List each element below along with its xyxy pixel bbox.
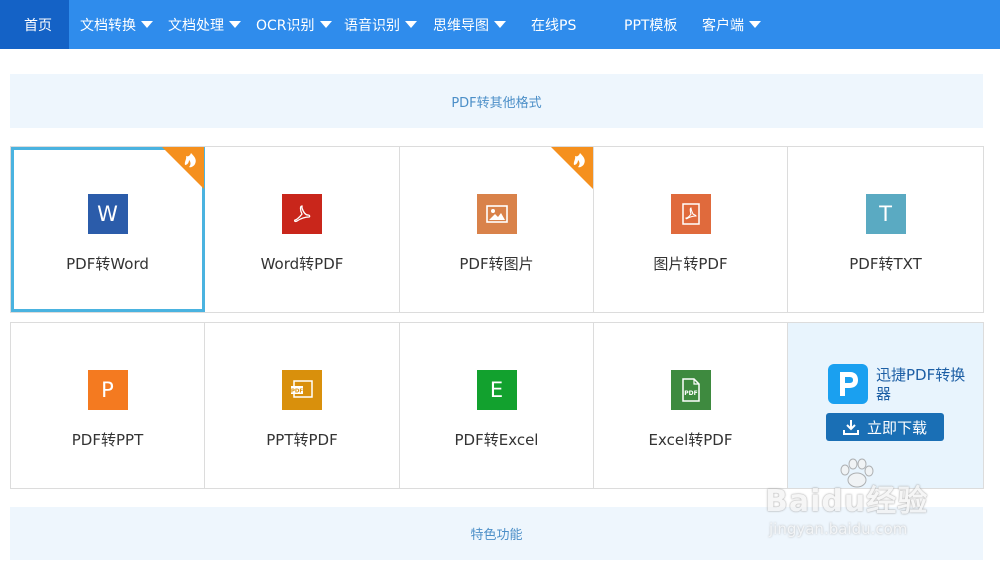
nav-item-home[interactable]: 首页: [0, 0, 69, 49]
tool-word-to-pdf[interactable]: Word转PDF: [205, 147, 400, 312]
chevron-down-icon: [405, 21, 417, 28]
promo-xunjie-converter: 迅捷PDF转换器 立即下载: [788, 323, 983, 488]
nav-item-label: OCR识别: [256, 17, 315, 34]
pdf-acrobat-icon: [282, 194, 322, 234]
tool-pdf-to-image[interactable]: PDF转图片: [400, 147, 594, 312]
nav-item-speech[interactable]: 语音识别: [336, 0, 424, 49]
nav-item-doc-process[interactable]: 文档处理: [158, 0, 246, 49]
section-title: 特色功能: [470, 528, 523, 543]
nav-item-online-ps[interactable]: 在线PS: [520, 0, 596, 49]
tool-pdf-to-ppt[interactable]: P PDF转PPT: [11, 323, 205, 488]
top-nav: 首页 文档转换 文档处理 OCR识别 语音识别 思维导图 在线PS PPT模板 …: [0, 0, 1000, 49]
tool-pdf-to-excel[interactable]: E PDF转Excel: [400, 323, 594, 488]
image-icon: [476, 194, 517, 234]
nav-item-ppt-template[interactable]: PPT模板: [596, 0, 702, 49]
tool-pdf-to-word[interactable]: W PDF转Word: [11, 147, 205, 312]
section-header-features: 特色功能: [10, 507, 983, 560]
chevron-down-icon: [319, 21, 332, 28]
text-icon: T: [865, 194, 906, 234]
nav-item-label: PPT模板: [624, 17, 678, 34]
powerpoint-icon: P: [87, 370, 128, 410]
download-button-label: 立即下载: [866, 418, 927, 437]
excel-pdf-icon: PDF: [670, 370, 711, 410]
chevron-down-icon: [749, 21, 761, 28]
svg-text:PDF: PDF: [291, 389, 304, 395]
xunjie-pdf-logo-icon: [828, 364, 868, 404]
pdf-file-icon: [670, 194, 711, 234]
tool-label: Excel转PDF: [648, 431, 733, 449]
tool-excel-to-pdf[interactable]: PDF Excel转PDF: [594, 323, 788, 488]
nav-item-label: 文档转换: [80, 17, 136, 34]
nav-item-label: 语音识别: [344, 17, 400, 34]
tool-label: PDF转图片: [459, 255, 534, 273]
download-icon: [842, 420, 859, 435]
tool-label: PDF转TXT: [849, 255, 922, 273]
nav-item-ocr[interactable]: OCR识别: [246, 0, 336, 49]
chevron-down-icon: [494, 21, 506, 28]
nav-item-label: 客户端: [702, 17, 744, 34]
tool-label: 图片转PDF: [653, 255, 728, 273]
nav-item-label: 思维导图: [433, 17, 489, 34]
tool-ppt-to-pdf[interactable]: PDF PPT转PDF: [205, 323, 400, 488]
hot-flame-icon: [551, 147, 593, 189]
tool-label: PDF转Word: [66, 255, 149, 273]
nav-item-label: 首页: [24, 17, 52, 34]
nav-item-label: 在线PS: [531, 17, 577, 34]
nav-item-doc-convert[interactable]: 文档转换: [69, 0, 158, 49]
tool-label: PPT转PDF: [266, 431, 338, 449]
tool-grid-row-2: P PDF转PPT PDF PPT转PDF E PDF转Excel PDF Ex…: [10, 322, 984, 489]
svg-text:PDF: PDF: [684, 390, 697, 397]
excel-icon: E: [476, 370, 517, 410]
chevron-down-icon: [229, 21, 241, 28]
word-icon: W: [87, 194, 128, 234]
tool-image-to-pdf[interactable]: 图片转PDF: [594, 147, 788, 312]
nav-item-label: 文档处理: [168, 17, 224, 34]
section-title: PDF转其他格式: [451, 95, 542, 111]
hot-flame-icon: [162, 147, 204, 189]
tool-pdf-to-txt[interactable]: T PDF转TXT: [788, 147, 983, 312]
nav-item-mindmap[interactable]: 思维导图: [424, 0, 520, 49]
tool-label: PDF转Excel: [454, 431, 539, 449]
tool-grid-row-1: W PDF转Word Word转PDF PDF转图片 图片转PDF T PDF转…: [10, 146, 984, 313]
nav-item-client[interactable]: 客户端: [702, 0, 782, 49]
tool-label: PDF转PPT: [71, 431, 144, 449]
ppt-pdf-icon: PDF: [282, 370, 322, 410]
chevron-down-icon: [141, 21, 153, 28]
section-header-pdf-to-other: PDF转其他格式: [10, 74, 983, 128]
download-now-button[interactable]: 立即下载: [826, 413, 944, 441]
tool-label: Word转PDF: [260, 255, 344, 273]
promo-title: 迅捷PDF转换器: [876, 366, 966, 403]
